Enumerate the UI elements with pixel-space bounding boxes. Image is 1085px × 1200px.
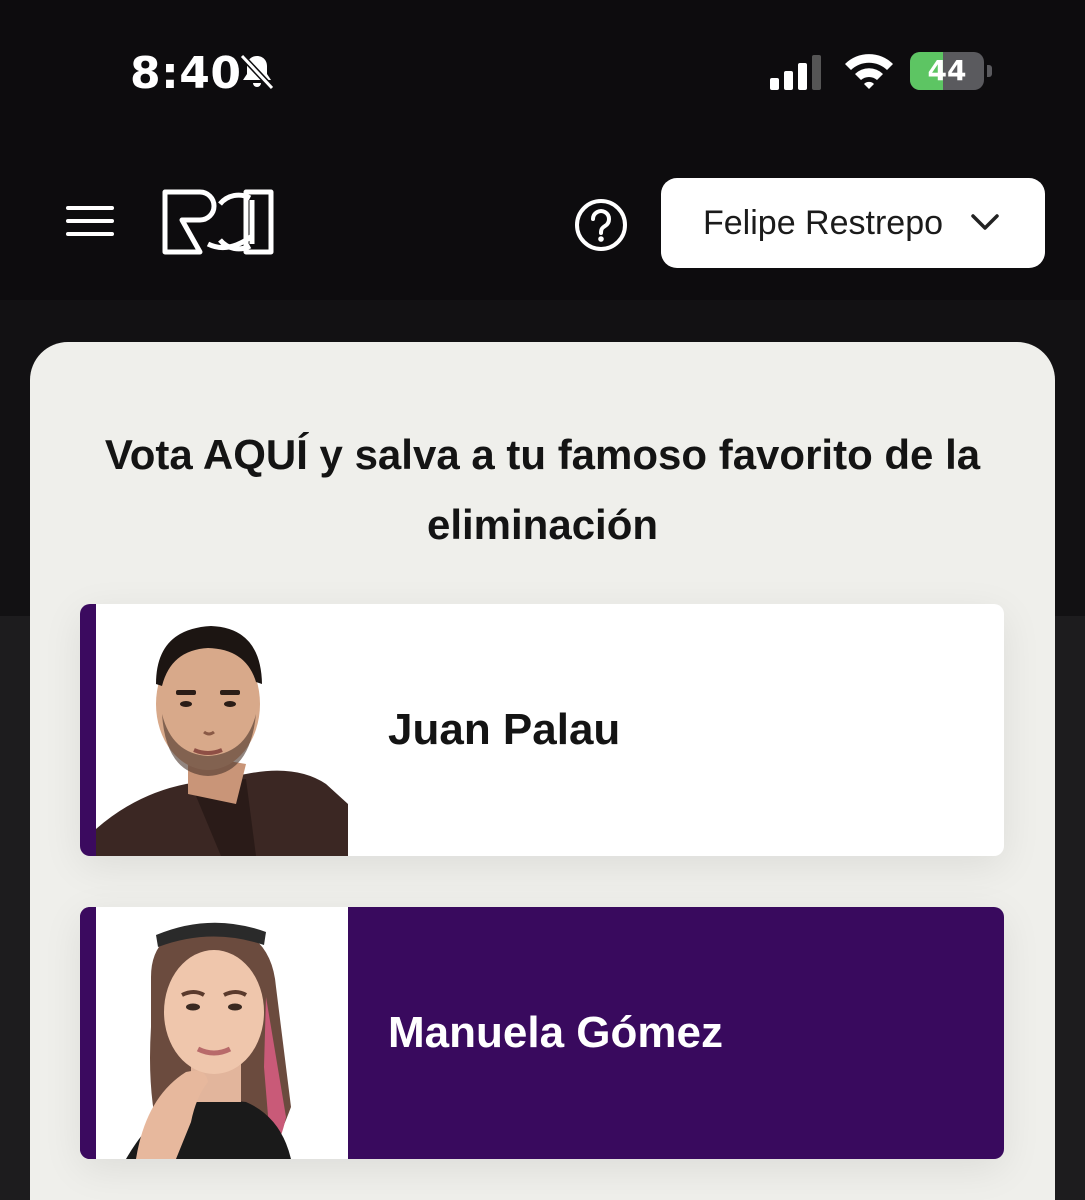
status-bar: 8:40 44 <box>0 0 1085 140</box>
candidate-card-manuela-gomez[interactable]: Manuela Gómez <box>80 907 1004 1159</box>
chevron-down-icon <box>971 214 999 230</box>
candidate-photo <box>96 604 348 856</box>
hamburger-menu-icon[interactable] <box>66 206 114 240</box>
vote-title: Vota AQUÍ y salva a tu famoso favorito d… <box>104 431 981 548</box>
candidate-card-juan-palau[interactable]: Juan Palau <box>80 604 1004 856</box>
user-menu-dropdown[interactable]: Felipe Restrepo <box>661 178 1045 268</box>
candidate-accent-bar <box>80 907 96 1159</box>
help-icon[interactable] <box>574 198 628 252</box>
wifi-icon <box>845 54 893 89</box>
vote-card: Vota AQUÍ y salva a tu famoso favorito d… <box>30 342 1055 1200</box>
candidate-name: Manuela Gómez <box>388 1008 723 1057</box>
bell-muted-icon <box>239 53 275 91</box>
candidate-accent-bar <box>80 604 96 856</box>
candidate-name: Juan Palau <box>388 705 621 754</box>
rcn-logo[interactable] <box>160 186 276 258</box>
status-time: 8:40 <box>130 48 242 99</box>
app-header: Felipe Restrepo <box>0 140 1085 300</box>
battery-indicator: 44 <box>910 52 992 90</box>
candidate-photo <box>96 907 348 1159</box>
user-name: Felipe Restrepo <box>703 203 944 242</box>
cellular-signal-icon <box>770 55 821 90</box>
battery-level: 44 <box>927 54 967 87</box>
